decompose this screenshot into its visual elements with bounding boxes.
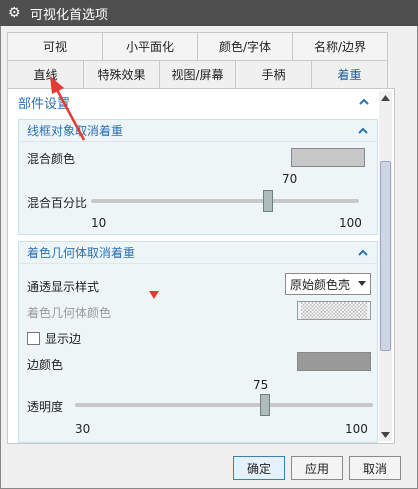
gear-icon: ⚙: [8, 5, 21, 21]
geometry-color-swatch: [297, 301, 371, 320]
transparency-label: 透明度: [27, 399, 64, 414]
tab-visual[interactable]: 可视: [7, 32, 103, 60]
tab-line[interactable]: 直线: [7, 60, 84, 88]
tab-row-1: 可视 小平面化 颜色/字体 名称/边界: [7, 32, 388, 60]
chevron-up-icon[interactable]: [357, 125, 369, 137]
tab-faceting[interactable]: 小平面化: [102, 32, 198, 60]
mix-color-swatch[interactable]: [291, 148, 365, 167]
group-header[interactable]: 着色几何体取消着重: [19, 242, 377, 264]
transparency-value: 75: [253, 378, 269, 392]
mix-color-label: 混合颜色: [27, 151, 76, 166]
tab-color-font[interactable]: 颜色/字体: [197, 32, 293, 60]
slider-min-label: 30: [75, 422, 91, 436]
slider-thumb[interactable]: [263, 190, 273, 212]
edge-color-label: 边颜色: [27, 357, 64, 372]
group-title: 着色几何体取消着重: [27, 246, 136, 260]
tab-handles[interactable]: 手柄: [235, 60, 312, 88]
shaded-deemphasis-group: 着色几何体取消着重 通透显示样式 原始颜色壳 着色几何体颜色 显示边 边颜色 7…: [18, 241, 378, 443]
dialog-footer: 确定 应用 取消: [1, 452, 417, 488]
tab-special-effects[interactable]: 特殊效果: [83, 60, 160, 88]
group-header[interactable]: 线框对象取消着重: [19, 120, 377, 142]
mix-percent-value: 70: [282, 172, 298, 186]
section-title: 部件设置: [18, 96, 71, 112]
show-edges-row[interactable]: 显示边: [27, 328, 369, 348]
vertical-scrollbar[interactable]: [379, 91, 392, 441]
scrollbar-thumb[interactable]: [380, 161, 391, 351]
part-settings-header[interactable]: 部件设置: [8, 89, 380, 115]
cancel-button[interactable]: 取消: [349, 456, 401, 480]
apply-button[interactable]: 应用: [291, 456, 343, 480]
group-title: 线框对象取消着重: [27, 124, 124, 138]
slider-track: [91, 199, 359, 203]
chevron-down-icon: [358, 281, 366, 286]
transparency-style-label: 通透显示样式: [27, 279, 100, 294]
edge-color-swatch[interactable]: [297, 352, 371, 371]
tab-emphasis[interactable]: 着重: [311, 60, 388, 88]
slider-min-label: 10: [91, 216, 107, 230]
mix-percent-slider[interactable]: [91, 190, 359, 212]
preferences-dialog: 可视 小平面化 颜色/字体 名称/边界 直线 特殊效果 视图/屏幕 手柄 着重 …: [0, 26, 418, 489]
chevron-up-icon[interactable]: [358, 96, 370, 108]
ok-button[interactable]: 确定: [233, 456, 285, 480]
chevron-up-icon[interactable]: [357, 247, 369, 259]
mix-percent-label: 混合百分比: [27, 195, 88, 210]
show-edges-label: 显示边: [45, 331, 82, 346]
tab-view-screen[interactable]: 视图/屏幕: [159, 60, 236, 88]
scroll-down-icon[interactable]: [379, 428, 392, 441]
panel-content: 部件设置 线框对象取消着重 混合颜色 70 混合百分比 10 100 着色几何体…: [8, 89, 380, 443]
scroll-up-icon[interactable]: [379, 91, 392, 104]
transparency-style-dropdown[interactable]: 原始颜色壳: [285, 273, 371, 295]
show-edges-checkbox[interactable]: [27, 331, 40, 345]
tab-names-borders[interactable]: 名称/边界: [292, 32, 388, 60]
tab-row-2: 直线 特殊效果 视图/屏幕 手柄 着重: [7, 60, 388, 88]
dropdown-value: 原始颜色壳: [290, 277, 351, 292]
emphasis-panel: 部件设置 线框对象取消着重 混合颜色 70 混合百分比 10 100 着色几何体…: [7, 88, 395, 444]
tab-strip: 可视 小平面化 颜色/字体 名称/边界 直线 特殊效果 视图/屏幕 手柄 着重: [7, 32, 388, 88]
slider-max-label: 100: [339, 216, 362, 230]
transparency-slider[interactable]: [75, 394, 373, 416]
wireframe-deemphasis-group: 线框对象取消着重 混合颜色 70 混合百分比 10 100: [18, 119, 378, 235]
slider-max-label: 100: [345, 422, 368, 436]
title-bar: ⚙ 可视化首选项: [0, 0, 418, 26]
geometry-color-label: 着色几何体颜色: [27, 305, 112, 320]
window-title: 可视化首选项: [30, 7, 109, 23]
slider-thumb[interactable]: [260, 394, 271, 416]
slider-track: [75, 403, 373, 407]
